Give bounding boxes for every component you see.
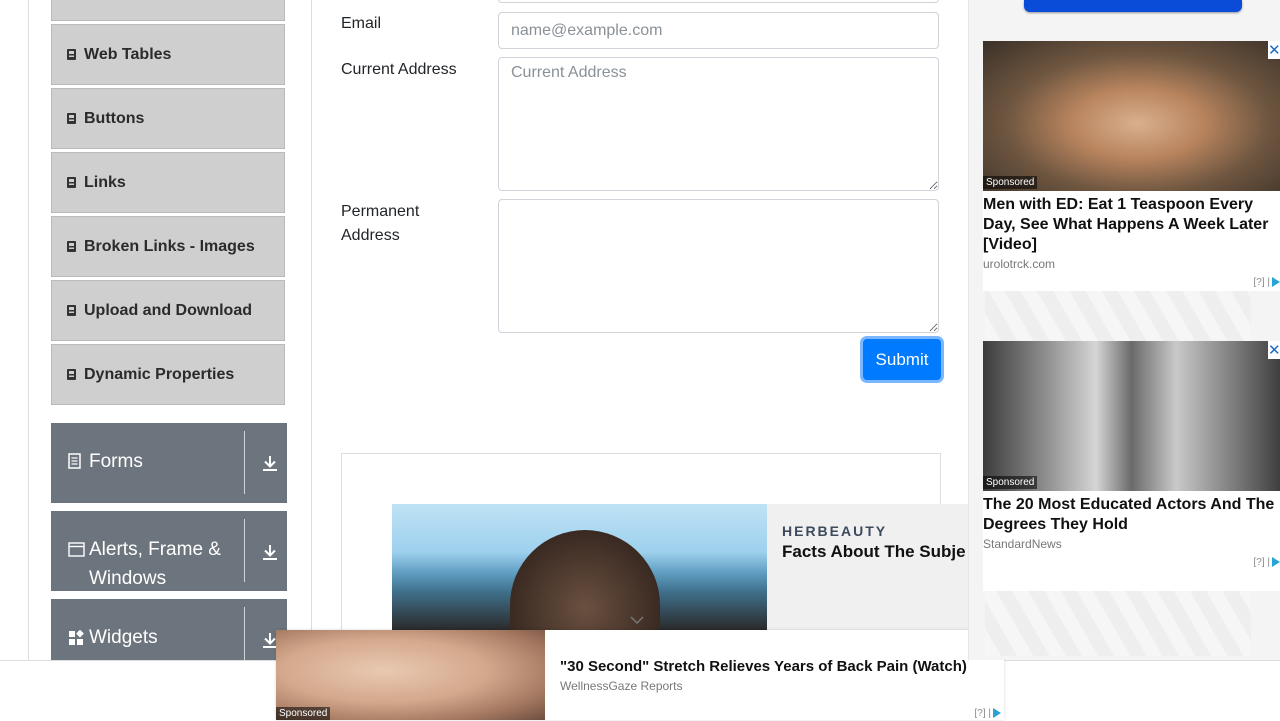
submit-button[interactable]: Submit [863,339,941,380]
divider [244,607,245,660]
ad-button[interactable] [1024,0,1242,12]
sidebar-item-label: Buttons [84,109,145,127]
html5-icon [66,176,77,189]
divider [244,519,245,582]
html5-icon [66,240,77,253]
group-label-line-2: Windows [89,568,167,589]
sponsored-badge: Sponsored [983,176,1038,189]
group-label: Alerts, Frame & [89,539,221,560]
group-label: Forms [89,451,143,472]
permanent-address-field[interactable] [498,199,939,333]
sidebar-item-label: Upload and Download [84,301,252,319]
close-icon[interactable]: ✕ [1268,41,1280,59]
widgets-icon [68,629,84,649]
sponsored-badge: Sponsored [276,707,331,720]
window-icon [68,542,85,560]
html5-icon [66,48,77,61]
ad-title: The 20 Most Educated Actors And The Degr… [983,496,1275,533]
left-sidebar: Web Tables Buttons Links Broken Links - … [28,0,312,660]
download-icon [261,543,279,561]
sidebar-item-label: Links [84,173,126,191]
ad-source: urolotrck.com [983,257,1056,271]
ad-headline: Facts About The Subje [782,542,966,561]
adchoices-icon[interactable]: [?] | [974,708,1001,719]
herbeauty-ad[interactable]: HERBEAUTY Facts About The Subje [392,504,992,630]
ad-image [392,504,767,630]
sidebar-item-links[interactable]: Links [51,152,285,213]
adchoices-icon[interactable]: [?] | [1253,277,1280,288]
sidebar-item-web-tables[interactable]: Web Tables [51,24,285,85]
ad-title: Men with ED: Eat 1 Teaspoon Every Day, S… [983,196,1269,253]
html5-icon [66,304,77,317]
ad-background-pattern [985,591,1251,656]
adchoices-label: [?] [1253,277,1265,288]
previous-field-edge [498,0,939,3]
sidebar-item-buttons[interactable]: Buttons [51,88,285,149]
ad-source: WellnessGaze Reports [560,679,683,693]
current-address-field[interactable] [498,57,939,191]
sidebar-item-previous[interactable] [51,0,285,21]
permanent-address-label-line-2: Address [341,227,400,244]
download-icon [261,454,279,472]
group-label: Widgets [89,627,158,648]
permanent-address-label: Permanent Address [341,200,419,248]
sidebar-item-label: Dynamic Properties [84,365,235,383]
chevron-down-icon[interactable] [630,613,644,627]
sidebar-item-broken-links[interactable]: Broken Links - Images [51,216,285,277]
permanent-address-label-line-1: Permanent [341,203,420,220]
adchoices-icon[interactable]: [?] | [1253,557,1280,568]
adchoices-label: [?] [974,708,986,719]
sponsored-badge: Sponsored [983,476,1038,489]
bottom-ad[interactable]: Sponsored "30 Second" Stretch Relieves Y… [276,630,1004,720]
group-widgets[interactable]: Widgets [51,599,287,660]
sidebar-item-dynamic-properties[interactable]: Dynamic Properties [51,344,285,405]
sidebar-item-upload-download[interactable]: Upload and Download [51,280,285,341]
close-icon[interactable]: ✕ [1268,341,1280,359]
group-alerts-frame-windows[interactable]: Alerts, Frame & Windows [51,511,287,591]
ad-brand: HERBEAUTY [782,523,888,539]
ad-background-pattern [985,291,1251,341]
html5-icon [66,368,77,381]
right-ad-2[interactable]: Sponsored ✕ The 20 Most Educated Actors … [983,341,1280,591]
right-ad-1[interactable]: Sponsored ✕ Men with ED: Eat 1 Teaspoon … [983,41,1280,291]
group-forms[interactable]: Forms [51,423,287,503]
ad-title: "30 Second" Stretch Relieves Years of Ba… [560,658,967,675]
form-icon [68,453,81,472]
email-field[interactable] [498,12,939,49]
sidebar-item-label: Broken Links - Images [84,237,255,255]
divider [244,431,245,494]
ad-image [983,41,1280,191]
ad-source: StandardNews [983,537,1062,551]
current-address-label: Current Address [341,61,457,78]
adchoices-label: [?] [1253,557,1265,568]
ad-image [983,341,1280,491]
sidebar-item-label: Web Tables [84,45,172,63]
email-label: Email [341,15,382,32]
html5-icon [66,112,77,125]
